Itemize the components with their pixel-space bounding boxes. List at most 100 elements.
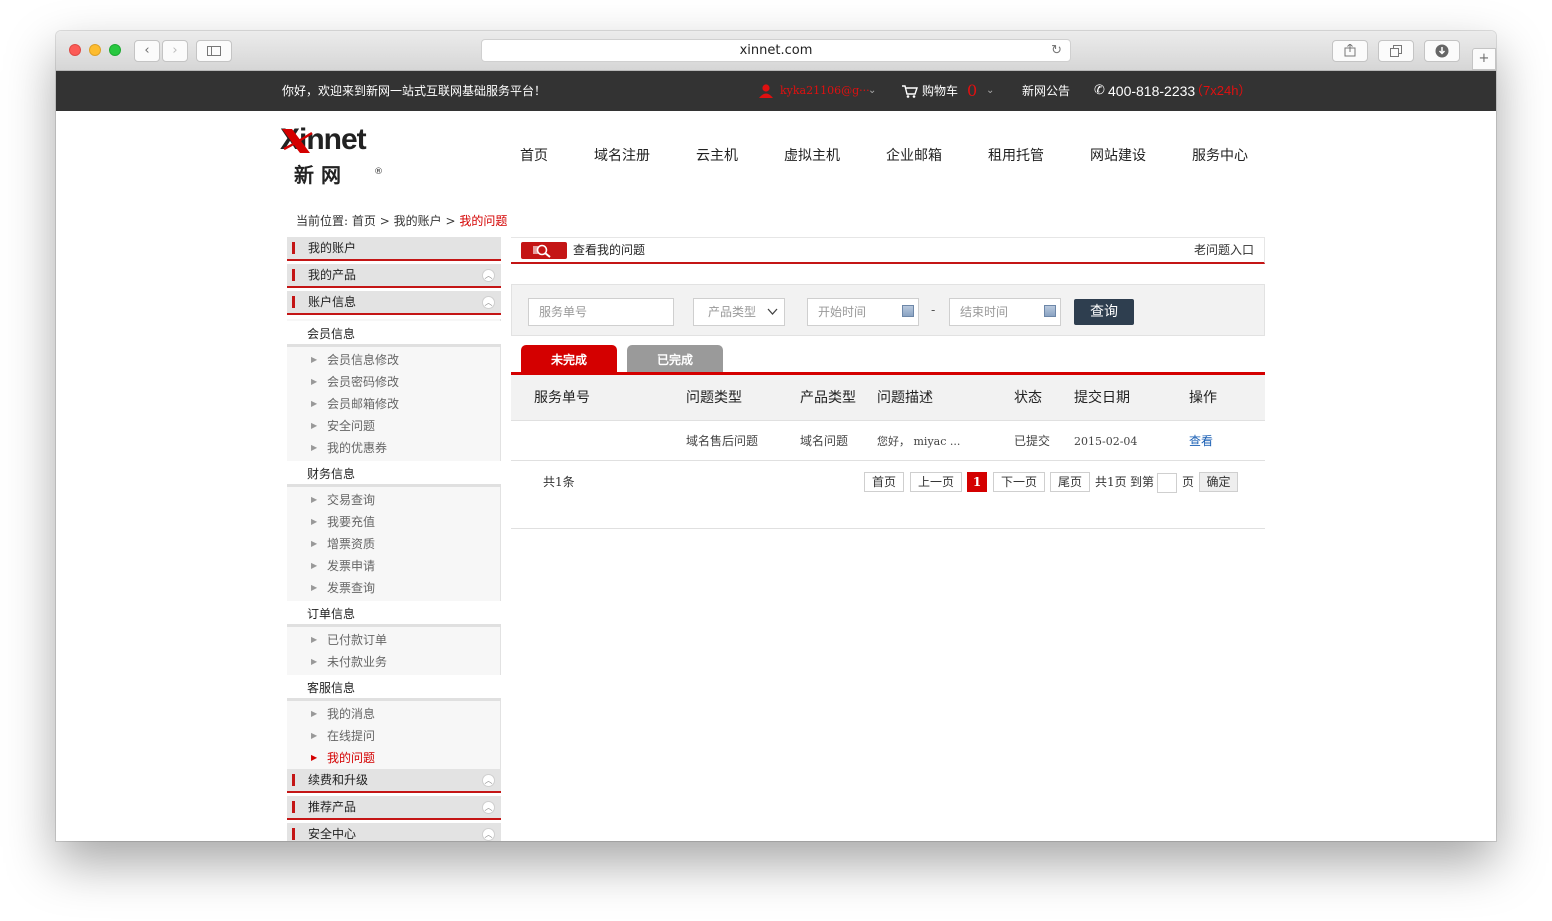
last-page-button[interactable]: 尾页 bbox=[1050, 472, 1090, 492]
page-1-button[interactable]: 1 bbox=[967, 472, 987, 492]
cell-description: 您好， miyac ... bbox=[877, 435, 961, 448]
notice-link[interactable]: 新网公告 bbox=[1022, 71, 1070, 111]
sidebar-item-member-edit[interactable]: ▶ 会员信息修改 bbox=[287, 349, 501, 371]
chevron-down-icon[interactable]: ⌄ bbox=[868, 71, 876, 111]
breadcrumb-current: 我的问题 bbox=[459, 214, 508, 228]
nav-hosting[interactable]: 租用托管 bbox=[988, 145, 1044, 165]
goto-page-input[interactable] bbox=[1157, 473, 1177, 493]
chevron-down-icon[interactable]: ⌄ bbox=[986, 71, 994, 111]
sidebar-item-paid-orders[interactable]: ▶ 已付款订单 bbox=[287, 629, 501, 651]
panel-title: 查看我的问题 bbox=[573, 243, 646, 257]
reload-icon[interactable]: ↻ bbox=[1051, 40, 1062, 62]
sidebar-item-password-edit[interactable]: ▶ 会员密码修改 bbox=[287, 371, 501, 393]
view-link[interactable]: 查看 bbox=[1189, 422, 1213, 461]
sidebar-item-label: 会员密码修改 bbox=[327, 375, 400, 389]
section-marker bbox=[292, 269, 295, 281]
col-problem-type: 问题类型 bbox=[686, 390, 742, 406]
sidebar-item-ask-online[interactable]: ▶ 在线提问 bbox=[287, 725, 501, 747]
bullet-icon: ▶ bbox=[311, 709, 318, 718]
breadcrumb-sep: > bbox=[379, 214, 390, 228]
sidebar-item-invoice-apply[interactable]: ▶ 发票申请 bbox=[287, 555, 501, 577]
tab-pending[interactable]: 未完成 bbox=[521, 345, 617, 373]
product-type-select[interactable]: 产品类型 bbox=[693, 298, 785, 326]
total-pages: 共1页 bbox=[1095, 475, 1127, 489]
zoom-window-button[interactable] bbox=[109, 44, 121, 56]
nav-home[interactable]: 首页 bbox=[520, 145, 548, 165]
bullet-icon: ▶ bbox=[311, 399, 318, 408]
chevron-up-icon[interactable]: ︿ bbox=[482, 828, 495, 841]
nav-cloud[interactable]: 云主机 bbox=[696, 145, 738, 165]
cart-link[interactable]: 购物车 bbox=[922, 71, 958, 111]
tabs-icon bbox=[1390, 45, 1402, 57]
cell-status: 已提交 bbox=[1014, 434, 1051, 448]
sidebar-item-unpaid[interactable]: ▶ 未付款业务 bbox=[287, 651, 501, 673]
sidebar-item-coupons[interactable]: ▶ 我的优惠券 bbox=[287, 437, 501, 459]
calendar-icon[interactable] bbox=[902, 305, 914, 317]
nav-vhost[interactable]: 虚拟主机 bbox=[784, 145, 840, 165]
breadcrumb-account[interactable]: 我的账户 bbox=[394, 214, 442, 228]
first-page-button[interactable]: 首页 bbox=[864, 472, 904, 492]
downloads-button[interactable] bbox=[1424, 40, 1460, 62]
nav-service[interactable]: 服务中心 bbox=[1192, 145, 1248, 165]
bullet-icon: ▶ bbox=[311, 377, 318, 386]
sidebar-item-recharge[interactable]: ▶ 我要充值 bbox=[287, 511, 501, 533]
sidebar-item-vat-qualification[interactable]: ▶ 增票资质 bbox=[287, 533, 501, 555]
sidebar-section-label: 安全中心 bbox=[308, 827, 357, 841]
old-questions-link[interactable]: 老问题入口 bbox=[1194, 238, 1254, 263]
sidebar-item-my-questions[interactable]: ▶ 我的问题 bbox=[287, 747, 501, 769]
chevron-right-icon: › bbox=[172, 43, 178, 58]
sidebar-account-info[interactable]: 账户信息 ︿ bbox=[287, 291, 501, 315]
chevron-up-icon[interactable]: ︿ bbox=[482, 296, 495, 309]
service-no-input[interactable]: 服务单号 bbox=[528, 298, 674, 326]
new-tab-button[interactable]: + bbox=[1472, 48, 1496, 70]
close-window-button[interactable] bbox=[69, 44, 81, 56]
start-date-input[interactable]: 开始时间 bbox=[807, 298, 919, 326]
sidebar-security-center[interactable]: 安全中心 ︿ bbox=[287, 823, 501, 841]
back-button[interactable]: ‹ bbox=[134, 40, 160, 62]
sidebar-item-security-question[interactable]: ▶ 安全问题 bbox=[287, 415, 501, 437]
nav-domain[interactable]: 域名注册 bbox=[594, 145, 650, 165]
address-bar[interactable]: xinnet.com ↻ bbox=[481, 39, 1071, 62]
bullet-icon: ▶ bbox=[311, 561, 318, 570]
sidebar-item-label: 在线提问 bbox=[327, 729, 376, 743]
user-account-dropdown[interactable]: kyka21106@g··· bbox=[780, 71, 870, 111]
sidebar-recommend[interactable]: 推荐产品 ︿ bbox=[287, 796, 501, 820]
registered-icon: ® bbox=[374, 167, 383, 177]
share-button[interactable] bbox=[1332, 40, 1368, 62]
forward-button[interactable]: › bbox=[162, 40, 188, 62]
breadcrumb-home[interactable]: 首页 bbox=[352, 214, 376, 228]
sidebar-item-email-edit[interactable]: ▶ 会员邮箱修改 bbox=[287, 393, 501, 415]
chevron-up-icon[interactable]: ︿ bbox=[482, 801, 495, 814]
sidebar-toggle-button[interactable] bbox=[196, 40, 232, 62]
calendar-icon[interactable] bbox=[1044, 305, 1056, 317]
tabs-overview-button[interactable] bbox=[1378, 40, 1414, 62]
sidebar-item-invoice-query[interactable]: ▶ 发票查询 bbox=[287, 577, 501, 599]
nav-email[interactable]: 企业邮箱 bbox=[886, 145, 942, 165]
goto-confirm-button[interactable]: 确定 bbox=[1199, 472, 1238, 492]
sidebar-my-products[interactable]: 我的产品 ︿ bbox=[287, 264, 501, 288]
sidebar-item-label: 会员信息修改 bbox=[327, 353, 400, 367]
nav-website[interactable]: 网站建设 bbox=[1090, 145, 1146, 165]
sidebar-renew[interactable]: 续费和升级 ︿ bbox=[287, 769, 501, 793]
query-button[interactable]: 查询 bbox=[1074, 299, 1134, 325]
bullet-icon: ▶ bbox=[311, 517, 318, 526]
tab-done[interactable]: 已完成 bbox=[627, 345, 723, 373]
sidebar-item-label: 未付款业务 bbox=[327, 655, 388, 669]
browser-window: ‹ › xinnet.com ↻ + 你好，欢迎来到新网一站式互联网基础服务平台… bbox=[56, 31, 1496, 841]
xinnet-logo[interactable]: Xinnet 新 网 ® bbox=[280, 123, 390, 189]
sidebar-my-account[interactable]: 我的账户 bbox=[287, 237, 501, 261]
next-page-button[interactable]: 下一页 bbox=[993, 472, 1045, 492]
sidebar-group-finance: 财务信息 bbox=[287, 461, 501, 487]
chevron-up-icon[interactable]: ︿ bbox=[482, 269, 495, 282]
end-date-input[interactable]: 结束时间 bbox=[949, 298, 1061, 326]
sidebar-item-label: 我的问题 bbox=[327, 751, 376, 765]
pagination: 共1条 首页 上一页 1 下一页 尾页 共1页 到第 页 确定 bbox=[511, 462, 1265, 529]
minimize-window-button[interactable] bbox=[89, 44, 101, 56]
prev-page-button[interactable]: 上一页 bbox=[910, 472, 962, 492]
bullet-icon: ▶ bbox=[311, 421, 318, 430]
chevron-up-icon[interactable]: ︿ bbox=[482, 774, 495, 787]
cell-product-type: 域名问题 bbox=[800, 434, 849, 448]
bullet-icon: ▶ bbox=[311, 731, 318, 740]
sidebar-item-transactions[interactable]: ▶ 交易查询 bbox=[287, 489, 501, 511]
sidebar-item-messages[interactable]: ▶ 我的消息 bbox=[287, 703, 501, 725]
